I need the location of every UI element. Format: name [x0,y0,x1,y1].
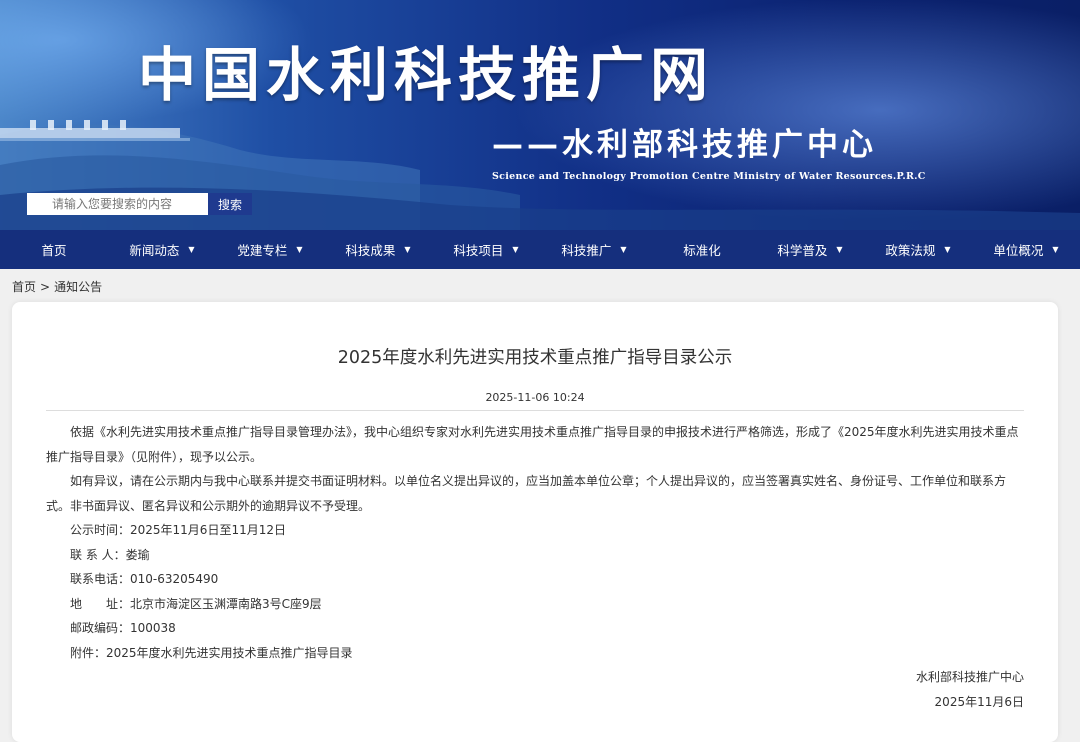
dropdown-caret-icon: ▼ [836,245,843,254]
article-paragraph: 如有异议，请在公示期内与我中心联系并提交书面证明材料。以单位名义提出异议的，应当… [46,474,1007,513]
nav-item-label: 科技推广 [561,243,612,258]
article-paragraph: 依据《水利先进实用技术重点推广指导目录管理办法》，我中心组织专家对水利先进实用技… [46,425,1019,464]
dam-illustration [0,120,190,141]
nav-item-8[interactable]: 政策法规 ▼ [864,230,972,269]
site-english-title: Science and Technology Promotion Centre … [492,171,926,182]
info-contact-person: 联 系 人：娄瑜 [70,547,150,562]
info-phone: 联系电话：010-63205490 [70,572,219,586]
breadcrumb-home-link[interactable]: 首页 [12,280,36,294]
breadcrumb-current-link[interactable]: 通知公告 [54,280,102,294]
nav-item-label: 政策法规 [885,243,936,258]
dropdown-caret-icon: ▼ [188,245,195,254]
article-body: 依据《水利先进实用技术重点推广指导目录管理办法》，我中心组织专家对水利先进实用技… [46,420,1024,665]
nav-item-label: 首页 [41,243,67,258]
nav-item-9[interactable]: 单位概况 ▼ [972,230,1080,269]
site-subtitle: ——水利部科技推广中心 [492,127,877,163]
article-date: 2025-11-06 10:24 [485,391,585,404]
nav-item-label: 新闻动态 [129,243,180,258]
nav-item-3[interactable]: 科技成果 ▼ [324,230,432,269]
nav-item-label: 党建专栏 [237,243,288,258]
dropdown-caret-icon: ▼ [512,245,519,254]
info-address: 地 址：北京市海淀区玉渊潭南路3号C座9层 [70,596,322,611]
nav-item-4[interactable]: 科技项目 ▼ [432,230,540,269]
search-bar: 搜索 [27,193,252,215]
search-button[interactable]: 搜索 [208,193,252,215]
nav-item-label: 单位概况 [993,243,1044,258]
nav-item-7[interactable]: 科学普及 ▼ [756,230,864,269]
nav-item-0[interactable]: 首页 [0,230,108,269]
dropdown-caret-icon: ▼ [296,245,303,254]
site-title: 中国水利科技推广网 [138,41,715,109]
site-banner: 中国水利科技推广网 ——水利部科技推广中心 Science and Techno… [0,0,1080,230]
nav-item-2[interactable]: 党建专栏 ▼ [216,230,324,269]
nav-item-5[interactable]: 科技推广 ▼ [540,230,648,269]
title-divider [46,410,1024,411]
nav-item-label: 科学普及 [777,243,828,258]
nav-item-label: 科技成果 [345,243,396,258]
attachment-link[interactable]: 附件：2025年度水利先进实用技术重点推广指导目录 [46,641,1024,666]
info-postcode: 邮政编码：100038 [70,621,176,635]
dropdown-caret-icon: ▼ [404,245,411,254]
dropdown-caret-icon: ▼ [1052,245,1059,254]
info-publicity-period: 公示时间：2025年11月6日至11月12日 [70,523,286,537]
search-input[interactable] [27,193,208,215]
breadcrumb-separator: > [40,280,51,294]
article-title: 2025年度水利先进实用技术重点推广指导目录公示 [337,348,733,368]
nav-item-1[interactable]: 新闻动态 ▼ [108,230,216,269]
nav-item-label: 科技项目 [453,243,504,258]
dropdown-caret-icon: ▼ [620,245,627,254]
nav-item-label: 标准化 [683,243,721,258]
breadcrumb: 首页 > 通知公告 [12,278,102,295]
signature-org: 水利部科技推广中心 [915,670,1024,684]
nav-item-6[interactable]: 标准化 [648,230,756,269]
main-nav: 首页 新闻动态 ▼ 党建专栏 ▼ 科技成果 ▼ 科技项目 ▼ 科技推广 ▼ 标准化 科学普及 ▼ 政策法规 ▼… [0,230,1080,269]
article-card: 2025年度水利先进实用技术重点推广指导目录公示 2025-11-06 10:2… [12,302,1058,742]
signature-date: 2025年11月6日 [934,695,1024,709]
dropdown-caret-icon: ▼ [944,245,951,254]
